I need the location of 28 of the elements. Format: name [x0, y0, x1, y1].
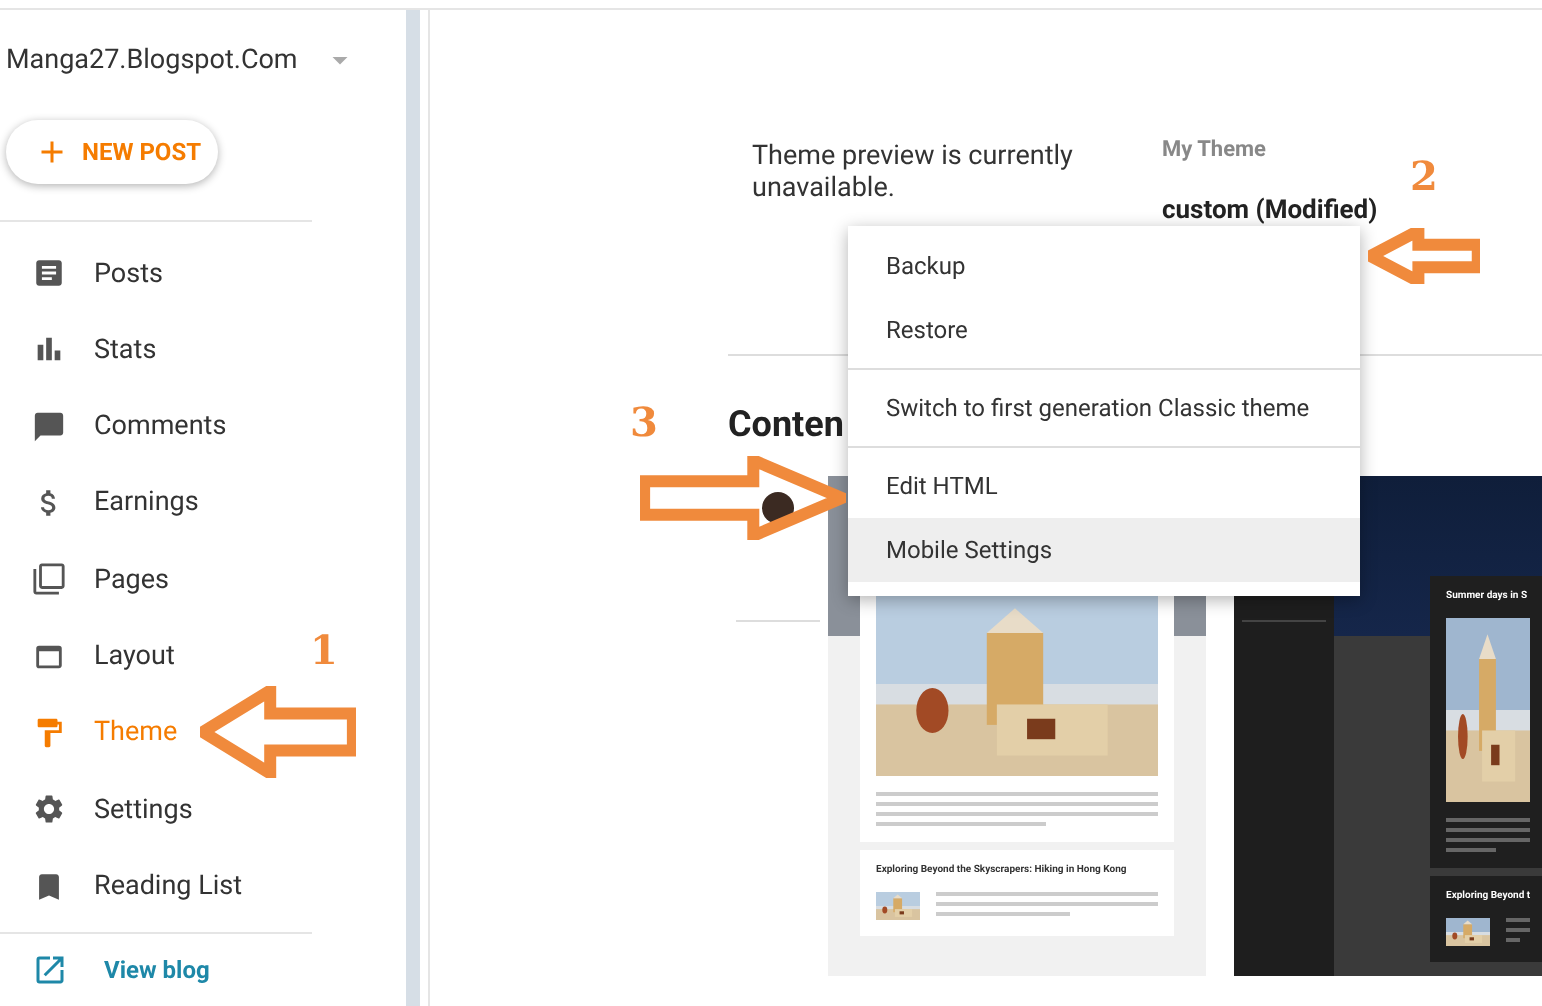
menu-item[interactable]: Restore [848, 298, 1360, 362]
menu-item[interactable]: Switch to first generation Classic theme [848, 376, 1360, 440]
nav-item[interactable]: Earnings [0, 464, 296, 542]
speech-bubble-icon [32, 409, 66, 444]
paint-roller-icon [32, 715, 66, 750]
nav-item[interactable]: Settings [0, 771, 296, 848]
step-number: 2 [1410, 150, 1438, 204]
external-link-icon [32, 952, 68, 989]
menu-item[interactable]: Mobile Settings [848, 518, 1360, 582]
nav-item[interactable]: Stats [0, 311, 296, 389]
step-number: 3 [630, 396, 658, 450]
section-heading: Conten [728, 408, 844, 444]
nav-item[interactable]: Reading List [0, 847, 296, 925]
nav-item[interactable]: Comments [0, 388, 296, 465]
nav-item[interactable]: Posts [0, 235, 296, 312]
arrow-drawing [1368, 228, 1480, 284]
step-number: 1 [310, 624, 338, 678]
my-theme-label: My Theme [1162, 134, 1268, 166]
view-blog-link[interactable]: View blog [0, 934, 406, 1006]
theme-name: custom (Modified) [1162, 193, 1378, 229]
blog-title: Manga27.Blogspot.Com [6, 41, 298, 80]
menu-item[interactable]: Backup [848, 234, 1360, 298]
document-icon [32, 256, 66, 291]
pages-icon [32, 562, 66, 597]
nav-item[interactable]: Layout [0, 618, 296, 695]
nav-item[interactable]: Pages [0, 541, 296, 619]
preview-message: Theme preview is currently unavailable. [752, 138, 1075, 204]
settings-icon [32, 792, 66, 827]
